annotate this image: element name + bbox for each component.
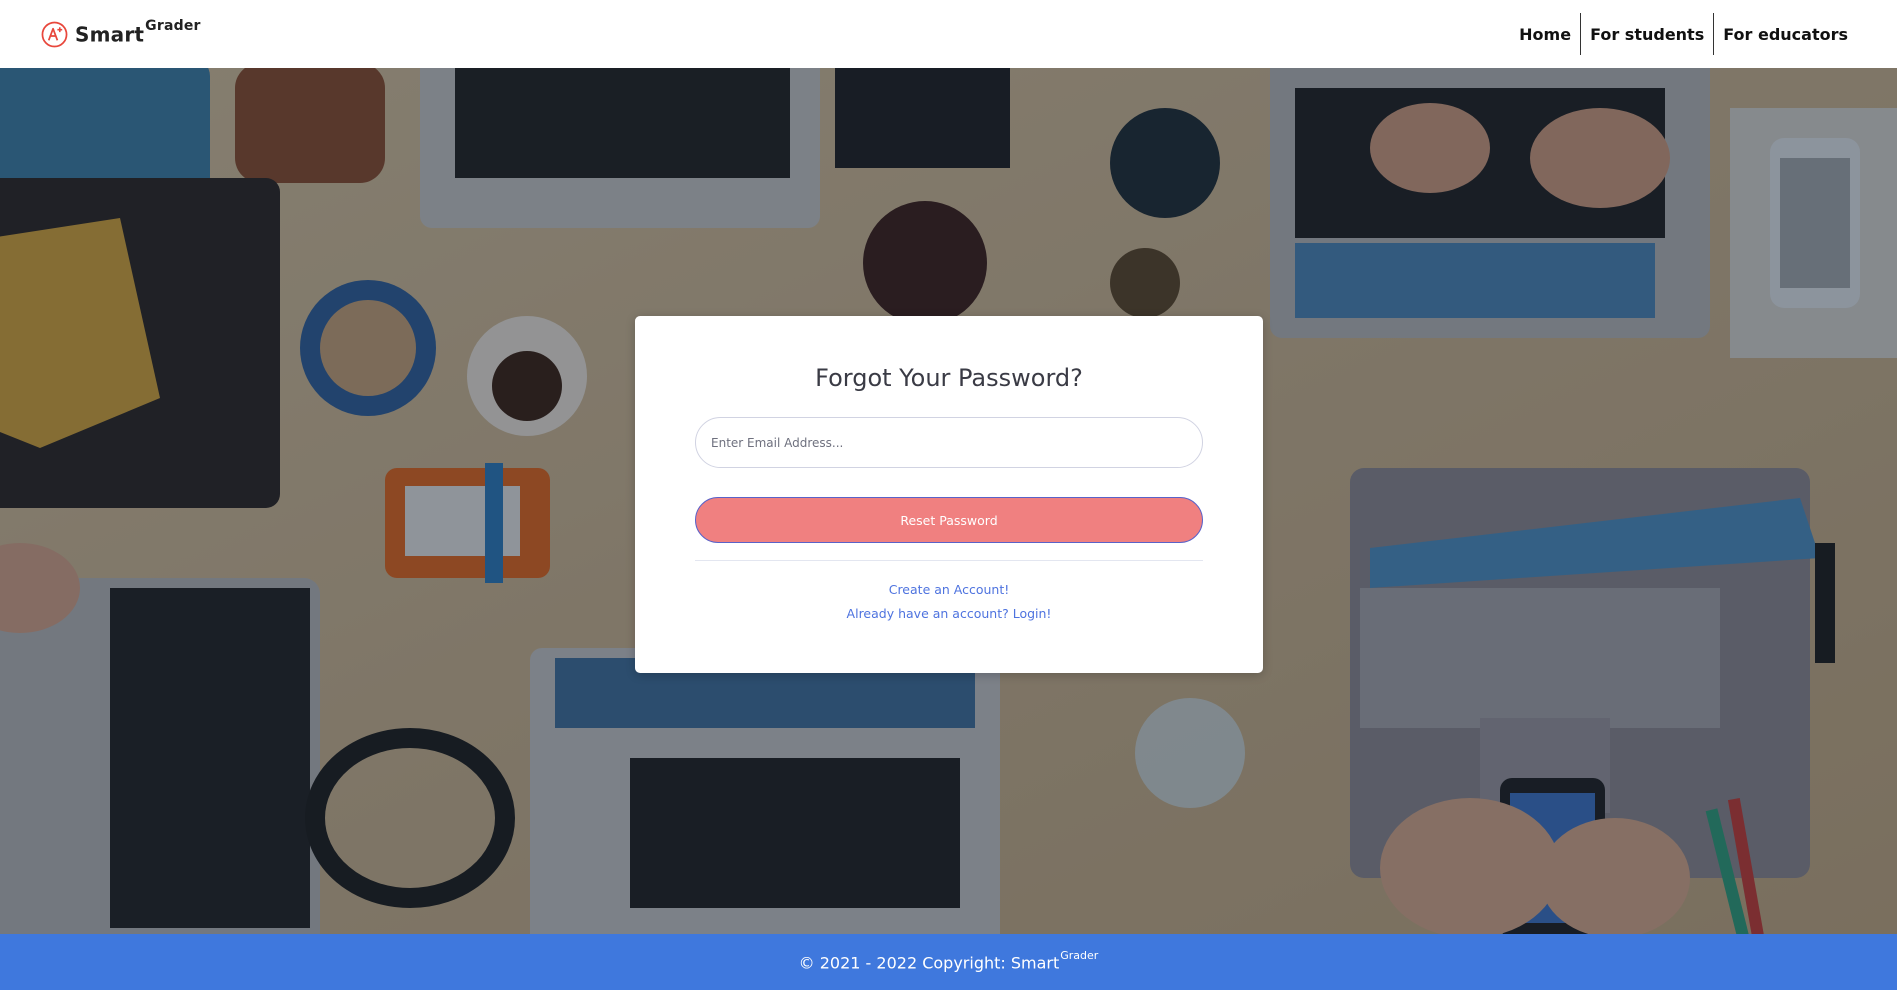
nav-for-students[interactable]: For students	[1580, 13, 1713, 55]
forgot-password-card: Forgot Your Password? Reset Password Cre…	[635, 316, 1263, 673]
brand-superscript: Grader	[145, 17, 201, 34]
login-link[interactable]: Already have an account? Login!	[635, 606, 1263, 621]
a-plus-grade-icon	[41, 21, 68, 47]
card-divider	[695, 560, 1203, 561]
bottom-strip	[0, 990, 1897, 1005]
top-navbar: SmartGrader Home For students For educat…	[0, 0, 1897, 68]
main-nav: Home For students For educators	[1510, 13, 1857, 55]
create-account-link[interactable]: Create an Account!	[635, 582, 1263, 597]
footer-superscript: Grader	[1060, 948, 1099, 962]
brand-home-link[interactable]: SmartGrader	[41, 17, 201, 48]
footer-copyright: © 2021 - 2022 Copyright: SmartGrader	[798, 948, 1099, 973]
nav-for-educators[interactable]: For educators	[1713, 13, 1857, 55]
page-footer: © 2021 - 2022 Copyright: SmartGrader	[0, 934, 1897, 990]
reset-password-button[interactable]: Reset Password	[695, 497, 1203, 543]
nav-home[interactable]: Home	[1510, 13, 1580, 55]
email-field[interactable]	[695, 417, 1203, 468]
brand-name: SmartGrader	[75, 17, 201, 47]
page-title: Forgot Your Password?	[815, 364, 1083, 392]
